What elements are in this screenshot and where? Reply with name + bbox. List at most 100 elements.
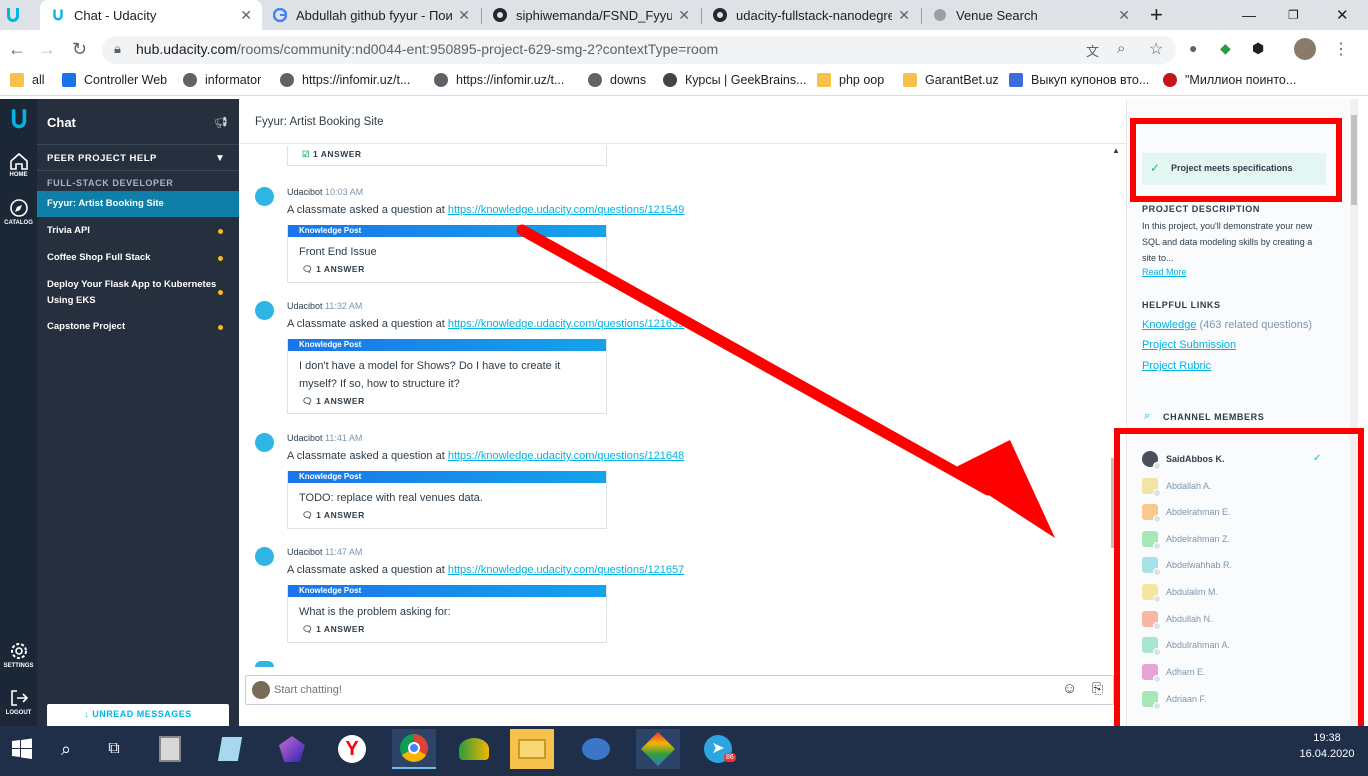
task-view-icon[interactable]: ⧉ [92, 729, 136, 769]
bookmark-item[interactable]: GarantBet.uz [903, 73, 999, 87]
bookmark-item[interactable]: Controller Web [62, 73, 167, 87]
sidebar-item-capstone[interactable]: Capstone Project [37, 319, 239, 335]
bookmark-star-icon[interactable]: ☆ [1149, 39, 1163, 59]
search-icon[interactable]: ⌕ [1144, 410, 1150, 423]
chat-input-box[interactable]: ☺ ⎘ [245, 675, 1114, 705]
bookmark-item[interactable]: Курсы | GeekBrains... [663, 73, 807, 87]
scroll-up-icon[interactable]: ▲ [1112, 146, 1120, 155]
bookmark-item[interactable]: https://infomir.uz/t... [280, 73, 410, 87]
file-explorer-icon[interactable] [510, 729, 554, 769]
bot-avatar [255, 187, 274, 206]
vpn-app-icon[interactable] [636, 729, 680, 769]
notepad-icon[interactable] [208, 729, 252, 769]
knowledge-card[interactable]: Knowledge Post What is the problem askin… [287, 585, 607, 643]
project-rubric-link[interactable]: Project Rubric [1142, 360, 1211, 372]
yandex-browser-icon[interactable]: Y [330, 729, 374, 769]
browser-tab-strip: Chat - Udacity ✕ Abdullah github fyyur -… [0, 0, 1368, 30]
tab-title: udacity-fullstack-nanodegree [736, 7, 893, 23]
sidebar-item-kubernetes[interactable]: Deploy Your Flask App to Kubernetes Usin… [37, 277, 217, 309]
unread-messages-button[interactable]: ↓ UNREAD MESSAGES [47, 704, 229, 726]
tab-chat-udacity[interactable]: Chat - Udacity ✕ [40, 0, 262, 30]
globe-icon [183, 73, 197, 87]
bookmark-label: Курсы | GeekBrains... [685, 73, 807, 87]
sidebar-item-fyyur[interactable]: Fyyur: Artist Booking Site [37, 191, 239, 217]
search-icon[interactable]: ⌕ [44, 729, 88, 769]
bookmark-label: informator [205, 73, 262, 87]
menu-icon[interactable]: ⋮ [1333, 39, 1349, 59]
coupon-icon [1009, 73, 1023, 87]
tab-venue-search[interactable]: Venue Search ✕ [922, 0, 1140, 30]
lock-icon[interactable]: 🔒︎ [114, 41, 121, 57]
gem-app-icon[interactable] [270, 729, 314, 769]
zoom-icon[interactable]: ⌕ [1117, 40, 1125, 57]
close-tab-icon[interactable]: ✕ [678, 7, 690, 24]
sidebar-item-label: Fyyur: Artist Booking Site [47, 198, 164, 209]
chrome-icon[interactable] [392, 729, 436, 769]
forward-icon[interactable]: → [38, 39, 56, 60]
chevron-down-icon[interactable]: ▼ [215, 153, 225, 164]
telegram-icon[interactable]: ➤ 86 [696, 729, 740, 769]
knowledge-link[interactable]: Knowledge [1142, 319, 1196, 331]
windows-start-icon[interactable] [0, 729, 44, 769]
mail-icon[interactable] [574, 729, 618, 769]
bookmark-item[interactable]: "Миллион поинто... [1163, 73, 1296, 87]
bot-avatar [255, 301, 274, 320]
translate-icon[interactable]: ⽂ [1086, 41, 1099, 60]
megaphone-icon[interactable]: 📢︎ [214, 116, 228, 129]
tab-google-search[interactable]: Abdullah github fyyur - Поис ✕ [262, 0, 480, 30]
emoji-icon[interactable]: ☺ [1062, 680, 1077, 697]
annotation-box-members [1114, 428, 1364, 772]
project-submission-link[interactable]: Project Submission [1142, 339, 1236, 351]
tab-github-fsnd[interactable]: siphiwemanda/FSND_FyyurAp ✕ [482, 0, 700, 30]
back-icon[interactable]: ← [8, 39, 26, 60]
tab-github-udacity[interactable]: udacity-fullstack-nanodegree ✕ [702, 0, 920, 30]
sidebar-item-coffee-shop[interactable]: Coffee Shop Full Stack [37, 250, 239, 266]
bookmark-item[interactable]: https://infomir.uz/t... [434, 73, 564, 87]
home-nav[interactable]: HOME [0, 152, 37, 178]
unread-badge: 86 [724, 753, 736, 762]
close-tab-icon[interactable]: ✕ [898, 7, 910, 24]
scroll-thumb[interactable] [1351, 115, 1357, 205]
message-author: Udacibot [287, 187, 323, 197]
extension-icon[interactable]: ◆ [1220, 40, 1231, 57]
app-rail [0, 99, 37, 726]
sidebar-item-trivia[interactable]: Trivia API [37, 223, 239, 239]
close-tab-icon[interactable]: ✕ [240, 7, 252, 24]
knowledge-card-partial[interactable]: ☑ 1 ANSWER [287, 146, 607, 166]
question-link[interactable]: https://knowledge.udacity.com/questions/… [448, 564, 684, 576]
annotation-arrow-icon [516, 224, 1055, 538]
system-clock[interactable]: 19:38 16.04.2020 [1294, 730, 1360, 762]
bookmark-item[interactable]: informator [183, 73, 261, 87]
sidebar-item-label: Capstone Project [47, 321, 126, 332]
profile-avatar[interactable] [1294, 38, 1316, 60]
close-tab-icon[interactable]: ✕ [458, 7, 470, 24]
settings-nav[interactable]: SETTINGS [0, 641, 37, 669]
calculator-icon[interactable] [148, 729, 192, 769]
logout-nav[interactable]: LOGOUT [0, 688, 37, 716]
read-more-link[interactable]: Read More [1142, 267, 1187, 277]
chat-input[interactable] [274, 680, 1044, 700]
question-link[interactable]: https://knowledge.udacity.com/questions/… [448, 204, 684, 216]
extension-icon[interactable]: ⬢ [1252, 40, 1264, 57]
globe-icon [588, 73, 602, 87]
udacity-logo-icon[interactable] [0, 108, 37, 134]
restore-icon[interactable]: ❐ [1282, 0, 1308, 30]
bookmark-item[interactable]: Выкуп купонов вто... [1009, 73, 1149, 87]
bookmark-label: https://infomir.uz/t... [456, 73, 565, 87]
extension-icon[interactable]: ● [1189, 40, 1197, 56]
bookmark-item[interactable]: php ооp [817, 73, 884, 87]
close-window-icon[interactable]: ✕ [1328, 0, 1358, 30]
new-tab-button[interactable]: + [1146, 0, 1172, 30]
minimize-icon[interactable]: — [1236, 0, 1262, 30]
bookmark-item[interactable]: downs [588, 73, 646, 87]
bookmark-item[interactable]: all [10, 73, 45, 87]
download-manager-icon[interactable] [452, 729, 496, 769]
udacity-app-icon[interactable] [4, 0, 22, 30]
close-tab-icon[interactable]: ✕ [1118, 7, 1130, 24]
url-text[interactable]: hub.udacity.com/rooms/community:nd0044-e… [136, 41, 718, 57]
section-title[interactable]: PEER PROJECT HELP [47, 153, 157, 164]
reload-icon[interactable]: ↻ [72, 39, 87, 60]
catalog-nav[interactable]: CATALOG [0, 198, 37, 226]
attachment-icon[interactable]: ⎘ [1092, 680, 1103, 697]
unread-dot [218, 256, 223, 261]
